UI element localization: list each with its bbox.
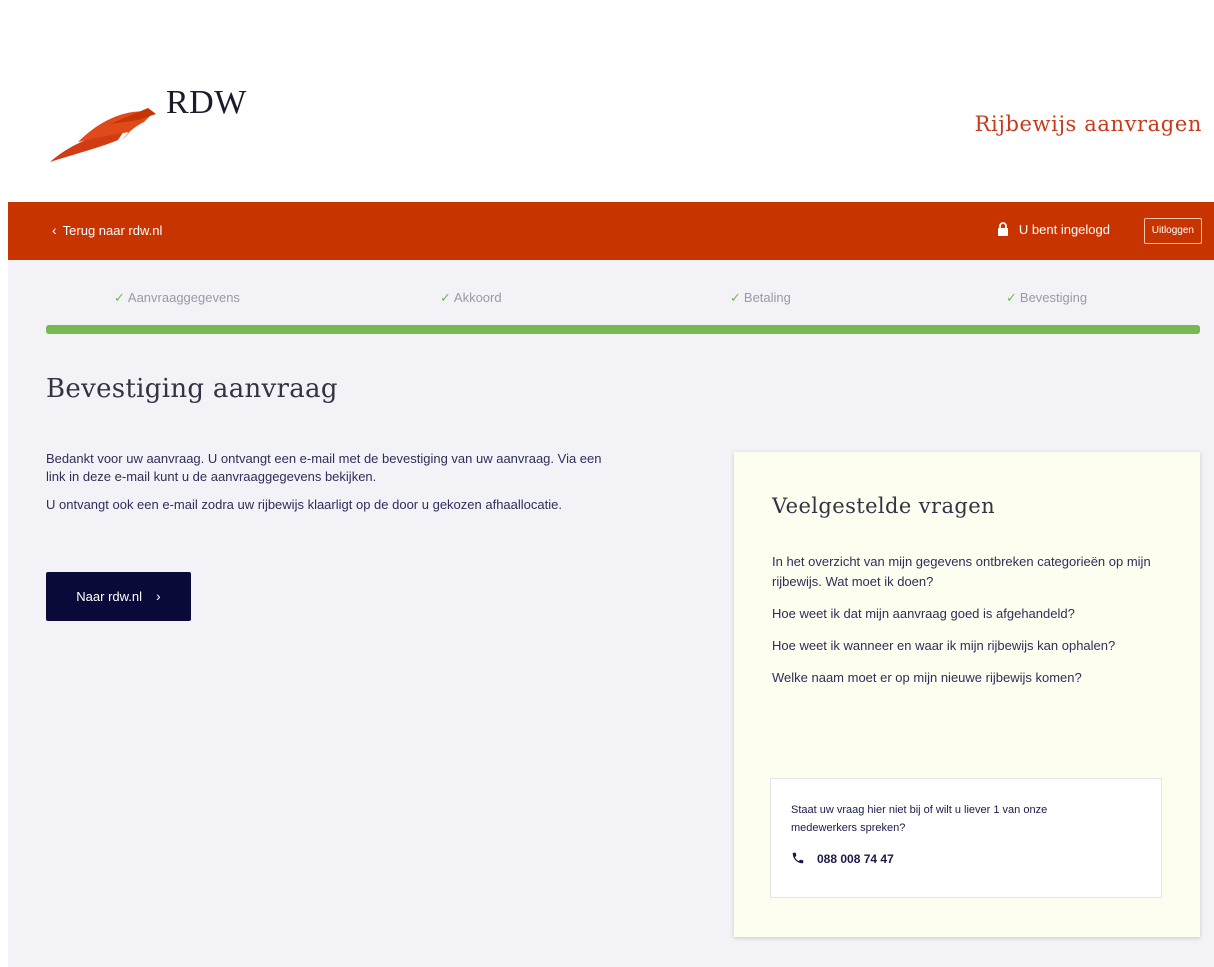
rdw-feather-icon [50,108,156,162]
faq-item[interactable]: Hoe weet ik dat mijn aanvraag goed is af… [772,604,1162,624]
check-icon: ✓ [440,290,451,305]
faq-item[interactable]: Hoe weet ik wanneer en waar ik mijn rijb… [772,636,1162,656]
back-link-label: Terug naar rdw.nl [62,223,163,238]
app-title: Rijbewijs aanvragen [974,112,1202,136]
step-label: Bevestiging [1019,290,1088,305]
step-label: Betaling [743,290,791,305]
progress-bar [46,325,1200,334]
check-icon: ✓ [730,290,741,305]
chevron-right-icon: › [156,588,161,604]
naar-rdw-button[interactable]: Naar rdw.nl › [46,572,191,621]
logo-text: RDW [166,84,247,121]
step-akkoord: ✓ Akkoord [440,290,502,306]
naar-rdw-button-label: Naar rdw.nl [76,589,143,604]
step-betaling: ✓ Betaling [730,290,791,306]
faq-panel: Veelgestelde vragen In het overzicht van… [734,452,1200,937]
step-aanvraaggegevens: ✓ Aanvraaggegevens [114,290,240,306]
confirmation-paragraph: Bedankt voor uw aanvraag. U ontvangt een… [46,451,602,484]
page-title: Bevestiging aanvraag [46,374,338,404]
faq-item[interactable]: In het overzicht van mijn gegevens ontbr… [772,552,1162,592]
confirmation-paragraph: U ontvangt ook een e-mail zodra uw rijbe… [46,497,562,512]
check-icon: ✓ [1006,290,1017,305]
phone-icon [791,851,805,865]
login-status: U bent ingelogd [997,222,1110,237]
contact-text: Staat uw vraag hier niet bij of wilt u l… [791,804,1048,834]
navbar: ‹ Terug naar rdw.nl U bent ingelogd Uitlo… [8,202,1214,260]
step-label: Akkoord [453,290,502,305]
masthead: RDW Rijbewijs aanvragen [8,0,1214,202]
chevron-left-icon: ‹ [52,222,57,238]
faq-title: Veelgestelde vragen [772,494,996,518]
contact-box: Staat uw vraag hier niet bij of wilt u l… [770,778,1162,898]
phone-link[interactable]: 088 008 74 47 [791,851,894,866]
faq-item[interactable]: Welke naam moet er op mijn nieuwe rijbew… [772,668,1162,688]
step-label: Aanvraaggegevens [127,290,240,305]
logout-button[interactable]: Uitloggen [1143,218,1202,244]
back-to-rdw-link[interactable]: ‹ Terug naar rdw.nl [52,222,162,238]
confirmation-text: Bedankt voor uw aanvraag. U ontvangt een… [46,450,606,524]
rdw-logo[interactable]: RDW [48,84,268,164]
phone-number: 088 008 74 47 [817,852,894,866]
login-status-label: U bent ingelogd [1018,222,1110,237]
check-icon: ✓ [114,290,125,305]
step-bevestiging: ✓ Bevestiging [1006,290,1087,306]
progress-bar-fill [46,325,1200,334]
faq-list: In het overzicht van mijn gegevens ontbr… [772,552,1162,700]
lock-icon [997,222,1009,236]
progress-steps: ✓ Aanvraaggegevens ✓ Akkoord ✓ Betaling ✓ Be… [8,260,1214,334]
page: RDW Rijbewijs aanvragen ‹ Terug naar rdw.… [8,0,1214,967]
